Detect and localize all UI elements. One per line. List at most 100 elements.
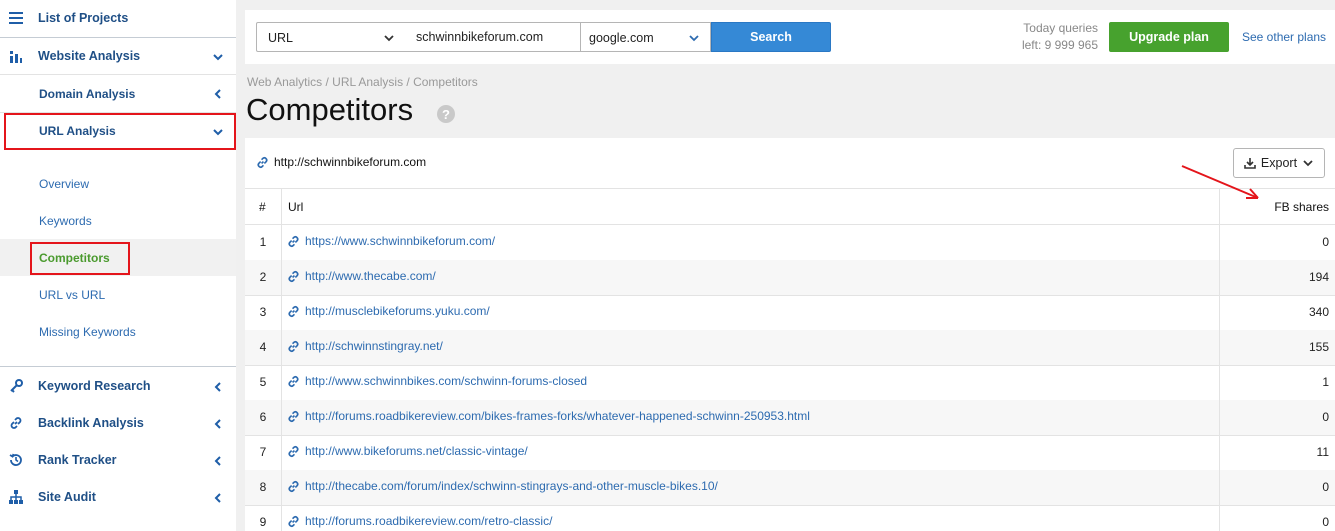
competitor-url-text: http://www.bikeforums.net/classic-vintag… bbox=[305, 444, 528, 458]
competitor-url-link[interactable]: http://schwinnstingray.net/ bbox=[287, 339, 443, 353]
row-number: 1 bbox=[259, 235, 267, 249]
competitor-url-link[interactable]: https://www.schwinnbikeforum.com/ bbox=[287, 234, 495, 248]
chevron-down-icon bbox=[689, 35, 699, 42]
search-button[interactable]: Search bbox=[711, 22, 831, 52]
sidebar-subitem-url-vs-url[interactable]: URL vs URL bbox=[0, 277, 236, 311]
sidebar-item-keyword-research[interactable]: Keyword Research bbox=[0, 368, 236, 404]
link-icon bbox=[8, 415, 24, 431]
sidebar-subitem-overview[interactable]: Overview bbox=[0, 166, 236, 200]
key-icon bbox=[8, 378, 24, 394]
competitor-url-text: http://www.schwinnbikes.com/schwinn-foru… bbox=[305, 374, 588, 388]
competitor-url-link[interactable]: http://www.thecabe.com/ bbox=[287, 269, 436, 283]
competitor-url-link[interactable]: http://forums.roadbikereview.com/retro-c… bbox=[287, 514, 552, 528]
sidebar-item-site-audit[interactable]: Site Audit bbox=[0, 479, 236, 515]
external-link-icon bbox=[257, 156, 268, 168]
external-link-icon bbox=[288, 340, 299, 352]
history-icon bbox=[8, 452, 24, 468]
table-row: 7 http://www.bikeforums.net/classic-vinta… bbox=[245, 435, 1335, 470]
sidebar-item-label: Rank Tracker bbox=[38, 453, 117, 467]
column-header-url[interactable]: Url bbox=[288, 200, 303, 214]
competitor-url-link[interactable]: http://thecabe.com/forum/index/schwinn-s… bbox=[287, 479, 718, 493]
queries-count: left: 9 999 965 bbox=[1021, 38, 1098, 52]
fb-shares-value: 0 bbox=[1322, 410, 1329, 424]
highlight-box-competitors bbox=[30, 242, 130, 275]
competitor-url-link[interactable]: http://www.schwinnbikes.com/schwinn-foru… bbox=[287, 374, 587, 388]
search-bar: URL google.com Search Today queries left… bbox=[245, 10, 1335, 64]
sidebar-item-list-of-projects[interactable]: List of Projects bbox=[0, 0, 236, 36]
competitor-url-text: http://musclebikeforums.yuku.com/ bbox=[305, 304, 490, 318]
sidebar-subitem-keywords[interactable]: Keywords bbox=[0, 203, 236, 237]
sidebar-item-label: List of Projects bbox=[38, 11, 129, 25]
competitor-url-text: http://forums.roadbikereview.com/retro-c… bbox=[305, 514, 553, 528]
table-row: 3 http://musclebikeforums.yuku.com/340 bbox=[245, 295, 1335, 330]
competitor-url-link[interactable]: http://musclebikeforums.yuku.com/ bbox=[287, 304, 490, 318]
fb-shares-value: 0 bbox=[1322, 480, 1329, 494]
sidebar-item-label: Website Analysis bbox=[38, 49, 141, 63]
external-link-icon bbox=[288, 515, 299, 527]
export-button[interactable]: Export bbox=[1233, 148, 1325, 178]
fb-shares-value: 155 bbox=[1308, 340, 1329, 354]
table-row: 5 http://www.schwinnbikes.com/schwinn-for… bbox=[245, 365, 1335, 400]
table-row: 6 http://forums.roadbikereview.com/bikes-… bbox=[245, 400, 1335, 435]
search-type-select[interactable]: URL bbox=[256, 22, 406, 52]
sidebar-item-label: Keyword Research bbox=[38, 379, 151, 393]
table-row: 2 http://www.thecabe.com/194 bbox=[245, 260, 1335, 295]
fb-shares-value: 11 bbox=[1316, 445, 1329, 459]
row-number: 4 bbox=[259, 340, 267, 354]
chevron-left-icon bbox=[214, 419, 221, 429]
page-title: Competitors bbox=[246, 92, 414, 127]
highlight-box-url-analysis bbox=[4, 113, 236, 150]
competitor-url-text: http://thecabe.com/forum/index/schwinn-s… bbox=[305, 479, 718, 493]
breadcrumb: Web Analytics / URL Analysis / Competito… bbox=[247, 75, 478, 89]
url-input[interactable] bbox=[405, 22, 581, 52]
sidebar-subitem-label: Overview bbox=[39, 177, 90, 191]
analytics-icon bbox=[8, 49, 24, 65]
upgrade-plan-button[interactable]: Upgrade plan bbox=[1109, 22, 1229, 52]
external-link-icon bbox=[288, 305, 299, 317]
help-icon[interactable]: ? bbox=[437, 105, 455, 123]
sidebar-item-backlink-analysis[interactable]: Backlink Analysis bbox=[0, 405, 236, 441]
row-number: 3 bbox=[259, 305, 267, 319]
sidebar-item-rank-tracker[interactable]: Rank Tracker bbox=[0, 442, 236, 478]
divider bbox=[0, 366, 236, 367]
fb-shares-value: 340 bbox=[1308, 305, 1329, 319]
search-engine-value: google.com bbox=[589, 31, 654, 45]
chevron-left-icon bbox=[214, 493, 221, 503]
chevron-left-icon bbox=[214, 382, 221, 392]
sidebar-item-label: Backlink Analysis bbox=[38, 416, 144, 430]
export-label: Export bbox=[1260, 156, 1298, 170]
sidebar-item-website-analysis[interactable]: Website Analysis bbox=[0, 38, 236, 74]
sitemap-icon bbox=[8, 489, 24, 505]
row-number: 6 bbox=[259, 410, 267, 424]
competitor-url-text: http://forums.roadbikereview.com/bikes-f… bbox=[305, 409, 810, 423]
sidebar-item-label: Domain Analysis bbox=[39, 87, 136, 101]
chevron-left-icon bbox=[214, 456, 221, 466]
download-icon bbox=[1244, 158, 1256, 169]
column-header-fb-shares[interactable]: FB shares bbox=[1274, 200, 1329, 214]
sidebar-subitem-label: URL vs URL bbox=[39, 288, 106, 302]
analyzed-url-text: http://schwinnbikeforum.com bbox=[274, 155, 427, 169]
row-number: 5 bbox=[259, 375, 267, 389]
row-number: 9 bbox=[259, 515, 267, 529]
search-engine-select[interactable]: google.com bbox=[580, 22, 711, 52]
analyzed-url[interactable]: http://schwinnbikeforum.com bbox=[256, 155, 426, 169]
external-link-icon bbox=[288, 445, 299, 457]
chevron-left-icon bbox=[214, 89, 221, 99]
sidebar-item-label: Site Audit bbox=[38, 490, 96, 504]
external-link-icon bbox=[288, 410, 299, 422]
competitor-url-link[interactable]: http://www.bikeforums.net/classic-vintag… bbox=[287, 444, 528, 458]
sidebar-subitem-label: Missing Keywords bbox=[39, 325, 136, 339]
competitor-url-link[interactable]: http://forums.roadbikereview.com/bikes-f… bbox=[287, 409, 810, 423]
competitor-url-text: https://www.schwinnbikeforum.com/ bbox=[305, 234, 496, 248]
menu-icon bbox=[8, 10, 24, 26]
chevron-down-icon bbox=[1303, 160, 1313, 167]
sidebar-subitem-missing-keywords[interactable]: Missing Keywords bbox=[0, 314, 236, 348]
fb-shares-value: 194 bbox=[1308, 270, 1329, 284]
table-row: 8 http://thecabe.com/forum/index/schwinn-… bbox=[245, 470, 1335, 505]
row-number: 8 bbox=[259, 480, 267, 494]
table-row: 9 http://forums.roadbikereview.com/retro-… bbox=[245, 505, 1335, 531]
see-other-plans-link[interactable]: See other plans bbox=[1242, 30, 1326, 44]
column-header-number[interactable]: # bbox=[259, 200, 266, 214]
search-type-value: URL bbox=[268, 31, 294, 45]
sidebar-item-domain-analysis[interactable]: Domain Analysis bbox=[0, 75, 236, 112]
